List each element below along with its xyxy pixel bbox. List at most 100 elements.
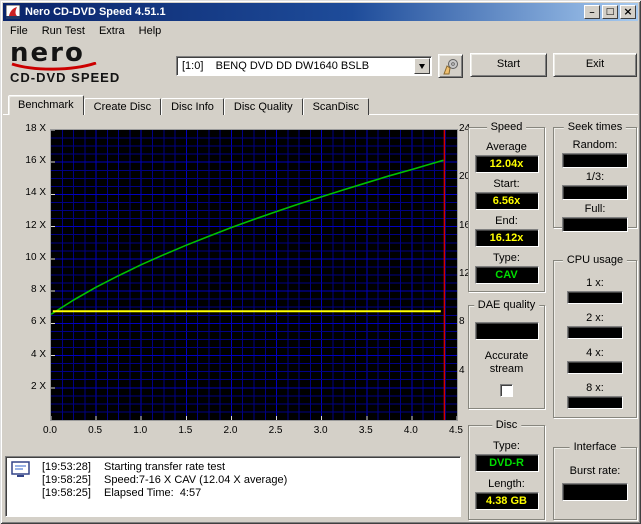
menu-item-file[interactable]: File — [3, 23, 35, 39]
x-axis-tick: 2.5 — [268, 425, 283, 436]
x-axis-tick: 0.5 — [88, 425, 103, 436]
log-message: Elapsed Time: 4:57 — [104, 487, 202, 499]
log-panel: [19:53:28] Starting transfer rate test [19… — [5, 456, 461, 517]
maximize-icon[interactable]: □ — [602, 5, 618, 19]
dae-quality-group-title: DAE quality — [473, 299, 540, 311]
seek-third-label: 1/3: — [585, 171, 605, 183]
start-value: 6.56x — [474, 192, 539, 210]
app-icon — [6, 5, 22, 19]
cpu-usage-group: CPU usage 1 x: 2 x: 4 x: 8 x: — [553, 254, 637, 418]
hand-disc-icon — [443, 58, 458, 74]
x-axis-tick: 0.0 — [43, 425, 57, 436]
nero-logo-text: nero — [10, 38, 85, 68]
end-value: 16.12x — [474, 229, 539, 247]
cpu-4-x--label: 4 x: — [586, 347, 604, 359]
y-axis-left-tick: 16 X — [25, 155, 46, 167]
window-controls: _ □ × — [582, 5, 636, 19]
seek-times-group: Seek times Random: 1/3: Full: — [553, 121, 637, 232]
cpu-8-x--label: 8 x: — [586, 382, 604, 394]
disc-group: Disc Type: DVD-R Length: 4.38 GB — [468, 419, 545, 520]
seek-third-value — [562, 185, 628, 200]
burst-rate-label: Burst rate: — [569, 465, 621, 477]
disc-type-label: Type: — [493, 440, 520, 452]
tab-scandisc[interactable]: ScanDisc — [302, 98, 370, 115]
minimize-icon[interactable]: _ — [584, 5, 600, 19]
log-message: Starting transfer rate test — [104, 461, 226, 473]
speed-group: Speed Average 12.04x Start: 6.56x End: 1… — [468, 121, 545, 292]
menu-bar: File Run Test Extra Help — [3, 21, 638, 40]
y-axis-left-tick: 2 X — [30, 380, 46, 392]
y-axis-left-tick: 4 X — [30, 348, 46, 360]
seek-random-value — [562, 153, 628, 168]
drive-select-value: [1:0] BENQ DVD DD DW1640 BSLB — [182, 60, 370, 72]
tab-create-disc[interactable]: Create Disc — [83, 98, 162, 115]
benchmark-plot — [50, 129, 458, 421]
seek-random-label: Random: — [572, 139, 618, 151]
drive-select[interactable]: [1:0] BENQ DVD DD DW1640 BSLB — [176, 56, 432, 76]
menu-item-extra[interactable]: Extra — [92, 23, 132, 39]
x-axis-tick: 4.5 — [449, 425, 463, 436]
x-axis-tick: 1.0 — [133, 425, 148, 436]
log-timestamp: [19:58:25] — [42, 474, 91, 486]
cpu-usage-group-title: CPU usage — [562, 254, 628, 266]
accurate-stream-label: Accurate stream — [484, 350, 529, 375]
x-axis-tick: 3.5 — [358, 425, 373, 436]
window-title: Nero CD-DVD Speed 4.51.1 — [25, 6, 166, 18]
cpu-4-x--value — [567, 361, 623, 374]
y-axis-left-tick: 8 X — [30, 284, 46, 296]
log-line: [19:58:25] Speed:7-16 X CAV (12.04 X aver… — [42, 474, 457, 487]
y-axis-left-tick: 6 X — [30, 316, 46, 328]
log-line: [19:58:25] Elapsed Time: 4:57 — [42, 487, 457, 500]
start-button[interactable]: Start — [470, 53, 547, 77]
log-line: [19:53:28] Starting transfer rate test — [42, 461, 457, 474]
y-axis-left-tick: 12 X — [25, 219, 46, 231]
dae-quality-value — [474, 322, 539, 340]
app-window: Nero CD-DVD Speed 4.51.1 _ □ × File Run T… — [0, 0, 641, 524]
x-axis-tick: 3.0 — [313, 425, 328, 436]
disc-length-label: Length: — [488, 478, 525, 490]
x-axis-tick: 4.0 — [403, 425, 418, 436]
menu-item-help[interactable]: Help — [132, 23, 169, 39]
seek-full-label: Full: — [584, 203, 606, 215]
average-label: Average — [486, 141, 527, 153]
close-icon[interactable]: × — [620, 5, 636, 19]
x-axis-tick: 2.0 — [223, 425, 238, 436]
dropdown-arrow-icon[interactable] — [414, 58, 430, 74]
eject-disc-button[interactable] — [438, 54, 463, 78]
y-axis-left-tick: 10 X — [25, 251, 46, 263]
cpu-2-x--value — [567, 326, 623, 339]
disc-group-title: Disc — [491, 419, 522, 431]
disc-type-value: DVD-R — [474, 454, 539, 472]
exit-button[interactable]: Exit — [553, 53, 637, 77]
end-label: End: — [495, 215, 518, 227]
x-axis-tick: 1.5 — [178, 425, 193, 436]
burst-rate-value — [562, 483, 628, 501]
speed-type-label: Type: — [493, 252, 520, 264]
tab-benchmark[interactable]: Benchmark — [8, 95, 84, 115]
accurate-stream-checkbox[interactable] — [500, 384, 513, 397]
cpu-2-x--label: 2 x: — [586, 312, 604, 324]
benchmark-plot-canvas — [50, 129, 458, 420]
dae-quality-group: DAE quality Accurate stream — [468, 299, 545, 409]
disc-length-value: 4.38 GB — [474, 492, 539, 510]
menu-item-run-test[interactable]: Run Test — [35, 23, 92, 39]
cpu-8-x--value — [567, 396, 623, 409]
tab-disc-quality[interactable]: Disc Quality — [223, 98, 303, 115]
seek-times-group-title: Seek times — [563, 121, 627, 133]
interface-group-title: Interface — [569, 441, 621, 453]
average-value: 12.04x — [474, 155, 539, 173]
y-axis-left-tick: 14 X — [25, 187, 46, 199]
tab-disc-info[interactable]: Disc Info — [161, 98, 224, 115]
tab-strip: Benchmark Create Disc Disc Info Disc Qualit… — [8, 95, 370, 115]
y-axis-left-tick: 18 X — [25, 123, 46, 134]
log-timestamp: [19:58:25] — [42, 487, 91, 499]
cpu-1-x--value — [567, 291, 623, 304]
log-timestamp: [19:53:28] — [42, 461, 91, 473]
start-label: Start: — [493, 178, 520, 190]
title-bar[interactable]: Nero CD-DVD Speed 4.51.1 _ □ × — [3, 3, 638, 21]
cdspeed-logo-text: CD-DVD SPEED — [10, 70, 121, 85]
interface-group: Interface Burst rate: — [553, 441, 637, 520]
seek-full-value — [562, 217, 628, 232]
speed-type-value: CAV — [474, 266, 539, 284]
nero-logo: nero CD-DVD SPEED — [10, 38, 170, 85]
